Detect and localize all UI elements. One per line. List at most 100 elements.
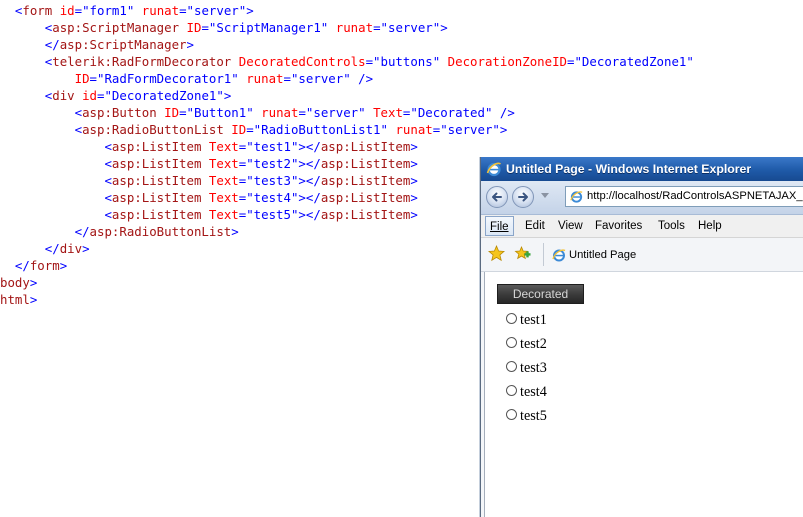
code-token: id <box>82 88 98 103</box>
menu-favorites[interactable]: Favorites <box>595 215 642 237</box>
code-token: > <box>410 156 418 171</box>
radio-button[interactable] <box>506 385 517 396</box>
decorated-button[interactable]: Decorated <box>497 284 584 304</box>
title-bar[interactable]: Untitled Page - Windows Internet Explore… <box>481 157 803 181</box>
tab-label: Untitled Page <box>569 249 637 261</box>
code-token: ="test4"></ <box>238 190 321 205</box>
radio-button[interactable] <box>506 361 517 372</box>
code-token: < <box>104 156 112 171</box>
code-token: </ <box>74 224 90 239</box>
code-line: <asp:ListItem Text="test4"></asp:ListIte… <box>0 189 417 206</box>
code-token: < <box>104 207 112 222</box>
code-token: asp:ScriptManager <box>59 37 187 52</box>
code-token: ID <box>231 122 247 137</box>
code-token: asp:ListItem <box>320 207 411 222</box>
radio-button[interactable] <box>506 337 517 348</box>
code-token: ="RadioButtonList1" <box>246 122 388 137</box>
code-token: ="server" <box>298 105 366 120</box>
code-line: <asp:Button ID="Button1" runat="server" … <box>0 104 515 121</box>
code-token: > <box>410 173 418 188</box>
code-token: ="Decorated" <box>402 105 493 120</box>
code-token: </ <box>44 241 60 256</box>
menu-file-label: File <box>490 221 509 233</box>
tab-untitled-page[interactable]: Untitled Page <box>547 241 803 269</box>
add-favorite-icon[interactable] <box>514 245 531 262</box>
code-token: ="RadFormDecorator1" <box>89 71 239 86</box>
code-token: > <box>82 241 90 256</box>
history-dropdown-button[interactable] <box>541 193 549 198</box>
code-line: </div> <box>0 240 90 257</box>
code-token: runat <box>261 105 299 120</box>
code-token: ="DecoratedZone1"> <box>97 88 232 103</box>
code-line: <asp:ListItem Text="test2"></asp:ListIte… <box>0 155 418 172</box>
menu-bar: File Edit View Favorites Tools Help <box>481 215 803 238</box>
back-button[interactable] <box>486 186 508 208</box>
code-token: id <box>59 3 75 18</box>
code-token: ="test2"></ <box>238 156 321 171</box>
code-token: /> <box>350 71 374 86</box>
code-token: asp:ListItem <box>111 156 202 171</box>
code-token: < <box>74 105 83 120</box>
code-line: ID="RadFormDecorator1" runat="server" /> <box>0 70 373 87</box>
code-line: <asp:ListItem Text="test1"></asp:ListIte… <box>0 138 417 155</box>
code-token: form <box>29 258 60 273</box>
code-token: ID <box>164 105 180 120</box>
menu-tools[interactable]: Tools <box>658 215 685 237</box>
radio-button[interactable] <box>506 409 517 420</box>
code-token: div <box>59 241 83 256</box>
radio-label: test4 <box>520 384 547 400</box>
code-token: DecoratedControls <box>238 54 366 69</box>
favorites-star-icon[interactable] <box>488 245 505 262</box>
radio-label: test3 <box>520 360 547 376</box>
address-bar[interactable]: http://localhost/RadControlsASPNETAJAX_Q… <box>565 186 803 207</box>
code-token: asp:ListItem <box>320 156 411 171</box>
menu-file[interactable]: File <box>485 216 514 236</box>
code-token: runat <box>335 20 374 35</box>
code-line: body> <box>0 274 37 291</box>
code-token: asp:ScriptManager <box>52 20 180 35</box>
code-line: <asp:ScriptManager ID="ScriptManager1" r… <box>0 19 448 36</box>
code-token: ="test1"></ <box>238 139 321 154</box>
code-token: ="DecoratedZone1" <box>567 54 694 69</box>
radio-button[interactable] <box>506 313 517 324</box>
code-token: asp:ListItem <box>111 207 202 222</box>
forward-button[interactable] <box>512 186 534 208</box>
code-token: Text <box>208 173 239 188</box>
ie-page-icon <box>552 249 566 262</box>
code-token: < <box>74 122 83 137</box>
code-token: > <box>410 207 418 222</box>
code-token: asp:ListItem <box>320 139 411 154</box>
toolbar-separator <box>543 243 544 266</box>
menu-view-label: View <box>558 220 583 232</box>
code-token: < <box>104 190 112 205</box>
code-token: asp:ListItem <box>320 173 411 188</box>
menu-edit[interactable]: Edit <box>525 215 545 237</box>
menu-view[interactable]: View <box>558 215 583 237</box>
menu-help[interactable]: Help <box>698 215 722 237</box>
code-line: </asp:RadioButtonList> <box>0 223 239 240</box>
code-token: ID <box>186 20 202 35</box>
code-token: > <box>231 224 239 239</box>
browser-window: Untitled Page - Windows Internet Explore… <box>480 157 803 517</box>
ie-logo-icon <box>486 162 501 177</box>
code-token: > <box>29 275 38 290</box>
